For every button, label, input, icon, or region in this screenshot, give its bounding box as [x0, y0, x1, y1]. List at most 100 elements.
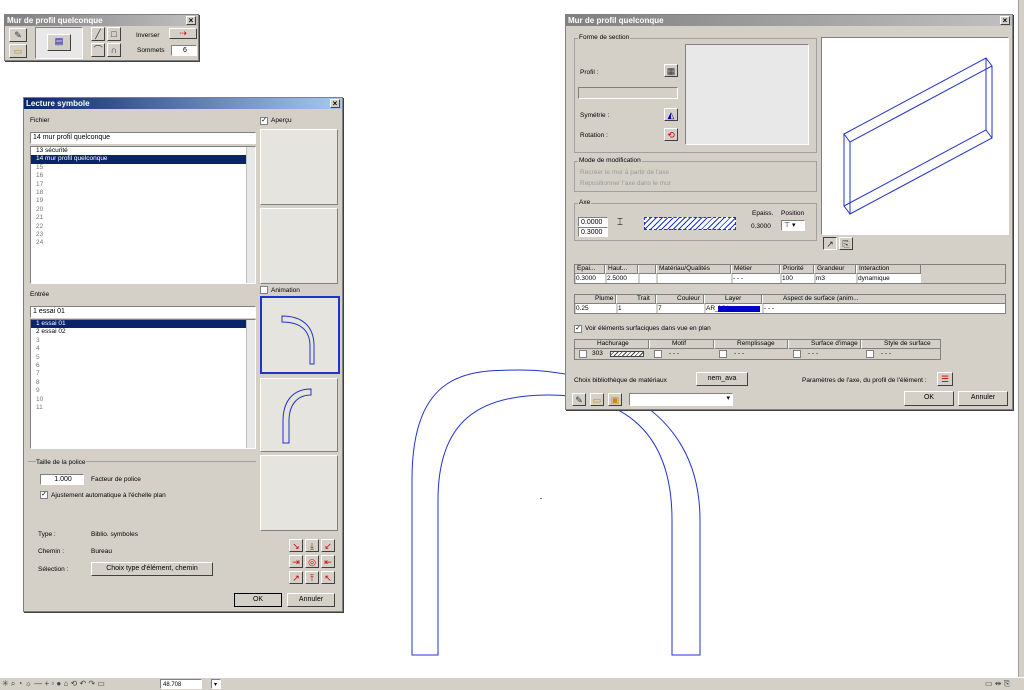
t2-cell[interactable]: - - - [764, 304, 1006, 313]
favorites-dropdown[interactable]: ▾ [629, 393, 733, 406]
entry-list-item[interactable]: 6 [31, 362, 255, 370]
annuler-button[interactable]: Annuler [287, 593, 335, 607]
t2-header[interactable]: Couleur [656, 294, 704, 304]
file-list-scrollbar[interactable] [246, 147, 255, 283]
file-list[interactable]: 13 sécurité 14 mur profil quelconque 15 16 1… [30, 146, 256, 284]
entry-list-item[interactable]: 1 essai 01 [31, 320, 255, 329]
open-folder-icon[interactable]: ▭ [9, 44, 27, 58]
t3-checkbox[interactable] [793, 350, 801, 358]
t2-cell[interactable]: 7 [658, 304, 704, 313]
preview-5[interactable] [260, 455, 338, 531]
t3-checkbox[interactable] [579, 350, 587, 358]
close-icon[interactable]: × [1000, 16, 1010, 25]
arc-tool-icon[interactable]: ⌒ [91, 43, 105, 57]
rect-tool-icon[interactable]: □ [107, 27, 121, 41]
t3-header[interactable]: Motif [649, 339, 714, 349]
axe-input-2[interactable]: 0.3000 [578, 227, 608, 237]
file-list-item[interactable]: 20 [31, 206, 255, 214]
line-tool-icon[interactable]: ╱ [91, 27, 105, 41]
fichier-input[interactable]: 14 mur profil quelconque [30, 132, 256, 144]
animation-checkbox[interactable] [260, 286, 268, 294]
entry-list-item[interactable]: 11 [31, 404, 255, 412]
t2-header[interactable]: Trait [616, 294, 656, 304]
nav-arrow-se-icon[interactable]: ↖ [321, 571, 335, 584]
file-list-item[interactable]: 14 mur profil quelconque [31, 155, 255, 164]
t1-cell[interactable] [640, 274, 656, 283]
axe-input-1[interactable]: 0.0000 [578, 217, 608, 227]
params-icon[interactable]: ☰ [937, 372, 953, 386]
rotation-icon[interactable]: ⟲ [664, 128, 678, 141]
nem-ava-button[interactable]: nem_ava [696, 372, 748, 386]
entry-list-scrollbar[interactable] [246, 320, 255, 448]
entry-list-item[interactable]: 5 [31, 354, 255, 362]
position-dropdown[interactable]: ⊤ ▾ [781, 220, 805, 231]
t3-checkbox[interactable] [719, 350, 727, 358]
ajust-checkbox[interactable]: ✓ [40, 491, 48, 499]
t1-header[interactable]: Matériau/Qualités [656, 264, 731, 274]
entry-list-item[interactable]: 8 [31, 379, 255, 387]
file-list-item[interactable]: 22 [31, 223, 255, 231]
entry-list-item[interactable]: 2 essai 02 [31, 328, 255, 336]
entry-list-item[interactable]: 3 [31, 337, 255, 345]
choix-type-button[interactable]: Choix type d'élément, chemin [91, 562, 213, 576]
annuler-button[interactable]: Annuler [958, 391, 1008, 406]
sommets-input[interactable]: 6 [171, 45, 197, 56]
preview-1[interactable] [260, 129, 338, 205]
open-folder-icon[interactable]: ▭ [590, 393, 604, 406]
ok-button[interactable]: OK [234, 593, 282, 607]
file-list-item[interactable]: 19 [31, 197, 255, 205]
close-icon[interactable]: × [330, 99, 340, 108]
file-list-item[interactable]: 18 [31, 189, 255, 197]
entry-list[interactable]: 1 essai 01 2 essai 02 3 4 5 6 7 8 9 10 11 [30, 319, 256, 449]
t1-cell[interactable] [658, 274, 731, 283]
t2-header[interactable]: Aspect de surface (anim... [762, 294, 1006, 304]
preview-2[interactable] [260, 208, 338, 284]
file-list-item[interactable]: 15 [31, 164, 255, 172]
entry-list-item[interactable]: 9 [31, 387, 255, 395]
pipette-icon[interactable]: ✎ [9, 28, 27, 42]
t3-checkbox[interactable] [866, 350, 874, 358]
t1-cell[interactable]: dynamique [858, 274, 921, 283]
facteur-input[interactable]: 1.000 [40, 474, 84, 485]
entry-list-item[interactable]: 4 [31, 345, 255, 353]
t1-header[interactable]: Priorité [780, 264, 814, 274]
color-swatch[interactable] [718, 306, 760, 312]
t1-header[interactable]: Interaction [856, 264, 921, 274]
t3-hatch-swatch[interactable] [610, 351, 644, 357]
t1-header[interactable]: Métier [731, 264, 780, 274]
nav-center-icon[interactable]: ◎ [305, 555, 319, 568]
t3-header[interactable]: Style de surface [861, 339, 941, 349]
statusbar-right-icons[interactable]: ▭ ⇹ ⎘ [985, 679, 1010, 688]
statusbar-tools-icons[interactable]: ✳ ⌕ ◔ ☼ — + ▫ ● ⌂ ⟲ ↶ ↷ ▭ [2, 679, 105, 688]
zoom-dropdown[interactable]: ▾ [211, 679, 221, 689]
t1-cell[interactable]: 100 [782, 274, 814, 283]
nav-arrow-w-icon[interactable]: ⇥ [289, 555, 303, 568]
t1-header[interactable]: Epai... [574, 264, 605, 274]
nav-arrow-s-icon[interactable]: ⤒ [305, 571, 319, 584]
t1-cell[interactable]: m3 [816, 274, 856, 283]
profil-pick-icon[interactable]: ▦ [664, 64, 678, 77]
close-icon[interactable]: × [186, 16, 196, 25]
t2-cell[interactable]: 0.25 [576, 304, 616, 313]
view-tool-1-icon[interactable]: ↗ [823, 237, 837, 250]
entree-input[interactable]: 1 essai 01 [30, 306, 256, 318]
save-icon[interactable]: ▣ [608, 393, 622, 406]
t1-header[interactable]: Grandeur [814, 264, 856, 274]
t2-header[interactable]: Plume [574, 294, 616, 304]
preview-3-selected[interactable] [260, 296, 340, 374]
apercu-checkbox[interactable]: ✓ [260, 117, 268, 125]
t1-header[interactable] [638, 264, 656, 274]
preview-4[interactable] [260, 378, 338, 452]
t1-cell[interactable]: - - - [733, 274, 780, 283]
file-list-item[interactable]: 13 sécurité [31, 147, 255, 155]
voir-checkbox[interactable]: ✓ [574, 325, 582, 333]
zoom-input[interactable]: 48.708 [160, 679, 202, 689]
nav-arrow-ne-icon[interactable]: ↙ [321, 539, 335, 552]
entry-list-item[interactable]: 7 [31, 370, 255, 378]
nav-arrow-n-icon[interactable]: ⤓ [305, 539, 319, 552]
arc2-tool-icon[interactable]: ∩ [107, 43, 121, 57]
t1-cell[interactable]: 2.5000 [607, 274, 638, 283]
t3-header[interactable]: Hachurage [574, 339, 649, 349]
t3-checkbox[interactable] [654, 350, 662, 358]
file-list-item[interactable]: 21 [31, 214, 255, 222]
